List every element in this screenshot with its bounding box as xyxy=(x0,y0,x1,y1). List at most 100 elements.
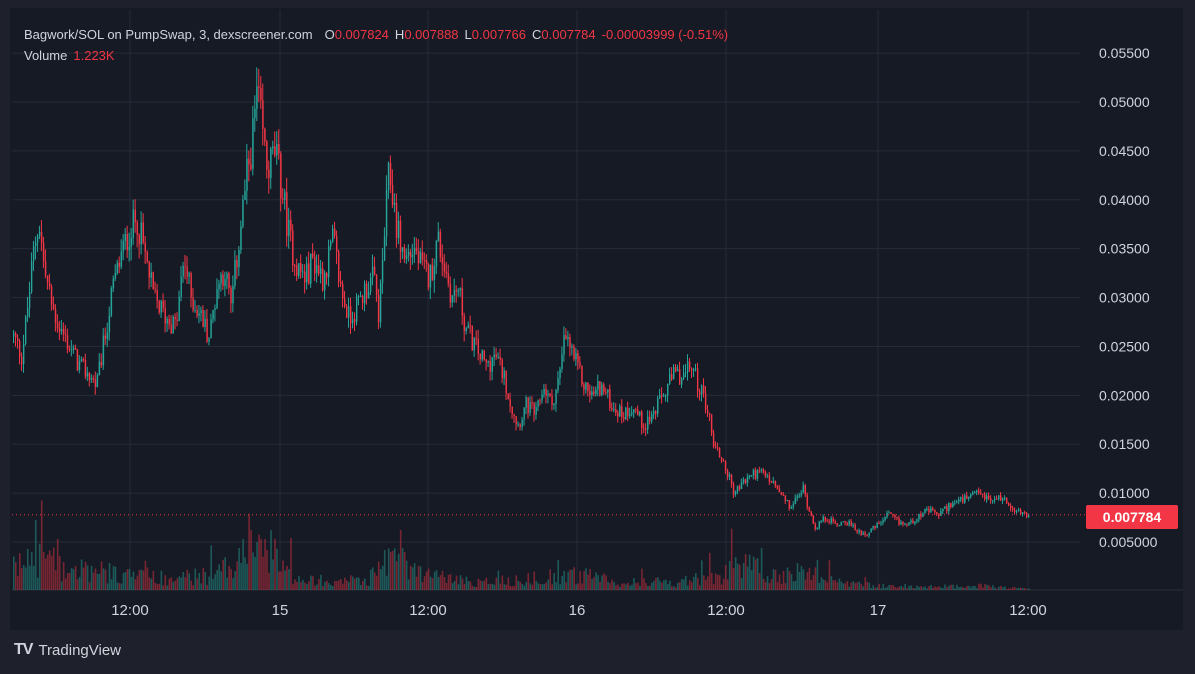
candle-body xyxy=(80,359,83,362)
candle-body xyxy=(579,362,581,366)
volume-bar xyxy=(776,581,779,590)
candle-body xyxy=(904,523,906,525)
candle-body xyxy=(350,306,352,324)
candle-body xyxy=(924,508,926,514)
volume-bar xyxy=(820,577,823,590)
candle-body xyxy=(599,381,601,396)
volume-bar xyxy=(306,583,308,590)
volume-bar xyxy=(866,581,869,590)
candle-body xyxy=(148,261,150,278)
volume-bar xyxy=(252,552,254,590)
price-tick-label: 0.02000 xyxy=(1099,387,1150,403)
volume-bar xyxy=(373,572,376,590)
candle-body xyxy=(537,400,539,408)
candle-body xyxy=(804,485,807,495)
candle-body xyxy=(936,512,938,514)
candle-body xyxy=(577,353,579,363)
candle-body xyxy=(615,409,617,413)
candle-body xyxy=(796,496,799,498)
candle-body xyxy=(639,411,641,416)
candle-body xyxy=(677,369,679,372)
volume-bar xyxy=(471,585,474,590)
volume-bar xyxy=(495,577,498,590)
candle-body xyxy=(641,411,643,428)
candle-body xyxy=(1026,513,1028,518)
volume-bar xyxy=(611,579,613,590)
candle-body xyxy=(68,349,71,351)
candle-body xyxy=(54,309,57,323)
candle-body xyxy=(597,381,599,390)
volume-bar xyxy=(665,579,667,590)
volume-bar xyxy=(840,581,843,590)
volume-bar xyxy=(350,575,352,590)
volume-bar xyxy=(886,586,889,590)
candle-body xyxy=(34,242,37,247)
volume-bar xyxy=(453,581,456,590)
volume-bar xyxy=(597,575,599,590)
candle-body xyxy=(26,307,29,317)
volume-label[interactable]: Volume xyxy=(24,48,67,63)
price-tick-label: 0.05000 xyxy=(1099,94,1150,110)
candle-body xyxy=(30,261,33,293)
volume-bar xyxy=(529,583,532,590)
candle-body xyxy=(359,296,362,298)
volume-bar xyxy=(914,588,916,590)
candle-body xyxy=(593,391,595,395)
volume-bar xyxy=(635,583,637,590)
candle-body xyxy=(495,354,497,358)
candle-body xyxy=(144,242,147,252)
candlestick-chart[interactable]: 0.05500 0.05000 0.04500 0.04000 0.03500 0.030… xyxy=(0,0,1195,674)
candle-body xyxy=(946,506,948,512)
volume-bar xyxy=(447,574,450,590)
candle-body xyxy=(56,322,59,329)
symbol-title[interactable]: Bagwork/SOL on PumpSwap, 3, dexscreener.… xyxy=(24,27,313,42)
price-tick-label: 0.04000 xyxy=(1099,192,1150,208)
volume-bar xyxy=(82,567,85,590)
candle-body xyxy=(268,169,270,178)
volume-bar xyxy=(168,578,171,590)
candle-body xyxy=(696,368,699,392)
candle-body xyxy=(274,146,276,156)
volume-bar xyxy=(278,571,280,590)
candle-body xyxy=(176,319,178,321)
candle-body xyxy=(110,288,113,316)
candle-body xyxy=(704,393,707,410)
candle-body xyxy=(573,346,575,360)
candle-body xyxy=(272,146,274,149)
candle-body xyxy=(348,306,350,318)
candle-body xyxy=(256,86,258,109)
volume-bar xyxy=(70,567,73,590)
candle-body xyxy=(316,265,318,274)
volume-bar xyxy=(936,587,938,590)
volume-bar xyxy=(433,571,436,590)
candle-body xyxy=(792,504,795,508)
candle-body xyxy=(872,525,874,529)
volume-bar xyxy=(637,582,639,590)
candle-body xyxy=(559,368,561,379)
volume-bar xyxy=(922,587,924,590)
candle-body xyxy=(561,354,563,369)
candle-body xyxy=(724,461,727,471)
volume-bar xyxy=(419,566,422,590)
candle-body xyxy=(816,527,819,530)
candle-body xyxy=(812,515,815,524)
candle-body xyxy=(28,292,31,308)
candle-body xyxy=(539,400,541,402)
volume-bar xyxy=(300,582,302,590)
candle-body xyxy=(535,407,537,415)
volume-bar xyxy=(206,584,209,590)
volume-bar xyxy=(80,559,83,590)
volume-bar xyxy=(304,582,306,590)
candle-body xyxy=(694,368,697,370)
candle-body xyxy=(479,353,482,360)
volume-bar xyxy=(220,571,222,590)
tradingview-brand[interactable]: TV TradingView xyxy=(14,641,121,659)
candle-body xyxy=(445,271,448,274)
volume-bar xyxy=(718,575,721,590)
candle-body xyxy=(501,359,503,379)
candle-body xyxy=(252,117,254,169)
candle-body xyxy=(784,495,787,501)
volume-bar xyxy=(130,576,133,590)
candle-body xyxy=(168,318,170,325)
candle-body xyxy=(220,274,222,284)
